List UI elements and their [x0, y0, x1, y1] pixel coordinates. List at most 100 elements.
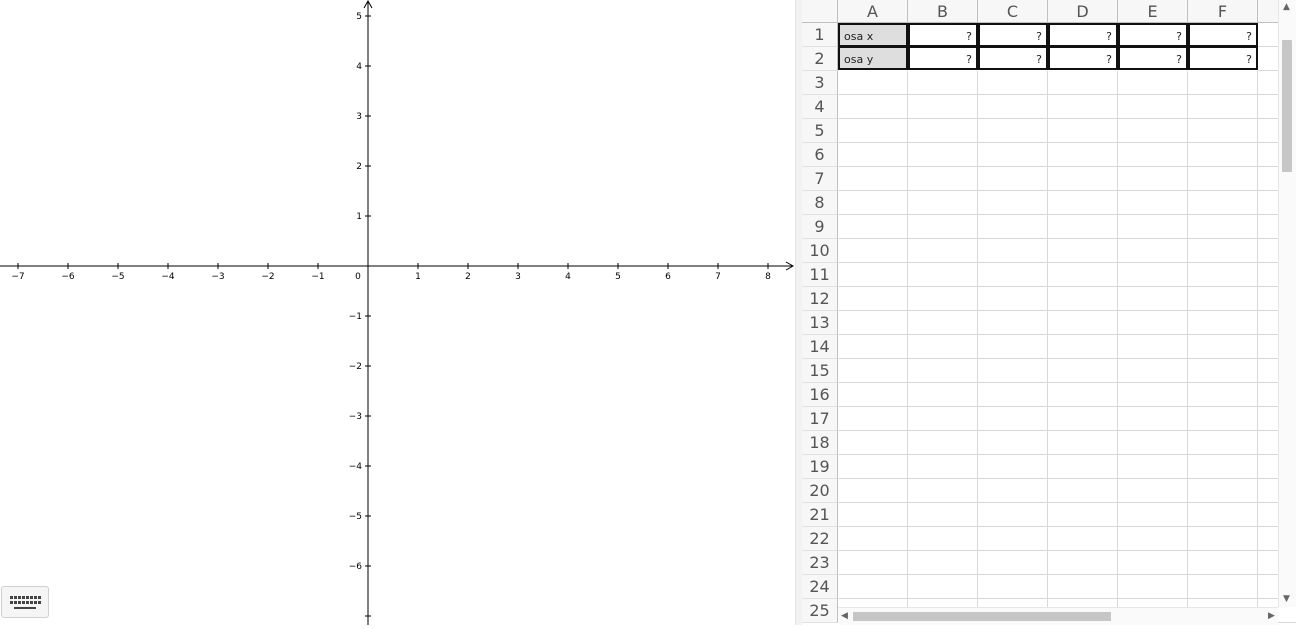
- cell-a17[interactable]: [838, 407, 908, 431]
- cell-c2[interactable]: ?: [978, 46, 1048, 70]
- row-header-24[interactable]: 24: [802, 575, 838, 599]
- cell-c6[interactable]: [978, 143, 1048, 167]
- cell-c10[interactable]: [978, 239, 1048, 263]
- cell-f23[interactable]: [1188, 551, 1258, 575]
- cell-f5[interactable]: [1188, 119, 1258, 143]
- cell-e22[interactable]: [1118, 527, 1188, 551]
- column-header-c[interactable]: C: [978, 0, 1048, 23]
- cell-e3[interactable]: [1118, 71, 1188, 95]
- coordinate-axes[interactable]: −7 −6 −5 −4 −3 −2 −1 0 1 2 3 4 5 6 7 8 1 2 3 4 5 −1 −2 −3 −4 −5 −6: [0, 0, 795, 625]
- cell-c13[interactable]: [978, 311, 1048, 335]
- cell-f7[interactable]: [1188, 167, 1258, 191]
- cell-c5[interactable]: [978, 119, 1048, 143]
- cell-c22[interactable]: [978, 527, 1048, 551]
- row-header-17[interactable]: 17: [802, 407, 838, 431]
- cell-a19[interactable]: [838, 455, 908, 479]
- row-header-15[interactable]: 15: [802, 359, 838, 383]
- cell-a16[interactable]: [838, 383, 908, 407]
- cell-e17[interactable]: [1118, 407, 1188, 431]
- cell-f24[interactable]: [1188, 575, 1258, 599]
- cell-b8[interactable]: [908, 191, 978, 215]
- cell-c4[interactable]: [978, 95, 1048, 119]
- cell-c23[interactable]: [978, 551, 1048, 575]
- cell-b14[interactable]: [908, 335, 978, 359]
- cell-f10[interactable]: [1188, 239, 1258, 263]
- cell-b13[interactable]: [908, 311, 978, 335]
- row-header-10[interactable]: 10: [802, 239, 838, 263]
- row-header-1[interactable]: 1: [802, 23, 838, 47]
- cell-e19[interactable]: [1118, 455, 1188, 479]
- row-header-12[interactable]: 12: [802, 287, 838, 311]
- row-header-7[interactable]: 7: [802, 167, 838, 191]
- cell-f8[interactable]: [1188, 191, 1258, 215]
- cell-d8[interactable]: [1048, 191, 1118, 215]
- cell-b10[interactable]: [908, 239, 978, 263]
- cell-b7[interactable]: [908, 167, 978, 191]
- cell-a3[interactable]: [838, 71, 908, 95]
- cell-c7[interactable]: [978, 167, 1048, 191]
- row-header-13[interactable]: 13: [802, 311, 838, 335]
- cell-b18[interactable]: [908, 431, 978, 455]
- row-header-22[interactable]: 22: [802, 527, 838, 551]
- cell-a4[interactable]: [838, 95, 908, 119]
- row-header-18[interactable]: 18: [802, 431, 838, 455]
- cell-e8[interactable]: [1118, 191, 1188, 215]
- scroll-down-icon[interactable]: ▼: [1283, 594, 1290, 604]
- row-header-20[interactable]: 20: [802, 479, 838, 503]
- column-header-e[interactable]: E: [1118, 0, 1188, 23]
- cell-a20[interactable]: [838, 479, 908, 503]
- cell-f21[interactable]: [1188, 503, 1258, 527]
- cell-b17[interactable]: [908, 407, 978, 431]
- cell-f1[interactable]: ?: [1188, 23, 1258, 47]
- cell-a14[interactable]: [838, 335, 908, 359]
- cell-e6[interactable]: [1118, 143, 1188, 167]
- cell-c11[interactable]: [978, 263, 1048, 287]
- cell-b12[interactable]: [908, 287, 978, 311]
- cell-e9[interactable]: [1118, 215, 1188, 239]
- cell-f18[interactable]: [1188, 431, 1258, 455]
- horizontal-scrollbar[interactable]: ◀ ▶: [838, 607, 1278, 625]
- cell-d7[interactable]: [1048, 167, 1118, 191]
- cell-b11[interactable]: [908, 263, 978, 287]
- column-header-d[interactable]: D: [1048, 0, 1118, 23]
- horizontal-scroll-thumb[interactable]: [853, 612, 1111, 621]
- row-header-14[interactable]: 14: [802, 335, 838, 359]
- scroll-up-icon[interactable]: ▲: [1283, 2, 1290, 12]
- cell-f17[interactable]: [1188, 407, 1258, 431]
- cell-c21[interactable]: [978, 503, 1048, 527]
- row-header-21[interactable]: 21: [802, 503, 838, 527]
- cell-c1[interactable]: ?: [978, 23, 1048, 47]
- cell-f2[interactable]: ?: [1188, 46, 1258, 70]
- cell-d21[interactable]: [1048, 503, 1118, 527]
- scroll-left-icon[interactable]: ◀: [841, 611, 848, 621]
- cell-e20[interactable]: [1118, 479, 1188, 503]
- cell-b24[interactable]: [908, 575, 978, 599]
- cell-f14[interactable]: [1188, 335, 1258, 359]
- cell-b9[interactable]: [908, 215, 978, 239]
- cell-b15[interactable]: [908, 359, 978, 383]
- cell-d14[interactable]: [1048, 335, 1118, 359]
- vertical-scroll-thumb[interactable]: [1282, 40, 1292, 172]
- cell-a5[interactable]: [838, 119, 908, 143]
- cell-d19[interactable]: [1048, 455, 1118, 479]
- row-header-9[interactable]: 9: [802, 215, 838, 239]
- cell-e2[interactable]: ?: [1118, 46, 1188, 70]
- cell-e12[interactable]: [1118, 287, 1188, 311]
- cell-d18[interactable]: [1048, 431, 1118, 455]
- cell-e24[interactable]: [1118, 575, 1188, 599]
- cell-a18[interactable]: [838, 431, 908, 455]
- row-header-8[interactable]: 8: [802, 191, 838, 215]
- cell-f19[interactable]: [1188, 455, 1258, 479]
- cell-e21[interactable]: [1118, 503, 1188, 527]
- cell-a21[interactable]: [838, 503, 908, 527]
- cell-b6[interactable]: [908, 143, 978, 167]
- cell-d12[interactable]: [1048, 287, 1118, 311]
- cell-a1[interactable]: osa x: [838, 23, 908, 47]
- row-header-25[interactable]: 25: [802, 599, 838, 623]
- row-header-19[interactable]: 19: [802, 455, 838, 479]
- cell-b1[interactable]: ?: [908, 23, 978, 47]
- cell-c14[interactable]: [978, 335, 1048, 359]
- cell-b2[interactable]: ?: [908, 46, 978, 70]
- cell-d10[interactable]: [1048, 239, 1118, 263]
- cell-e5[interactable]: [1118, 119, 1188, 143]
